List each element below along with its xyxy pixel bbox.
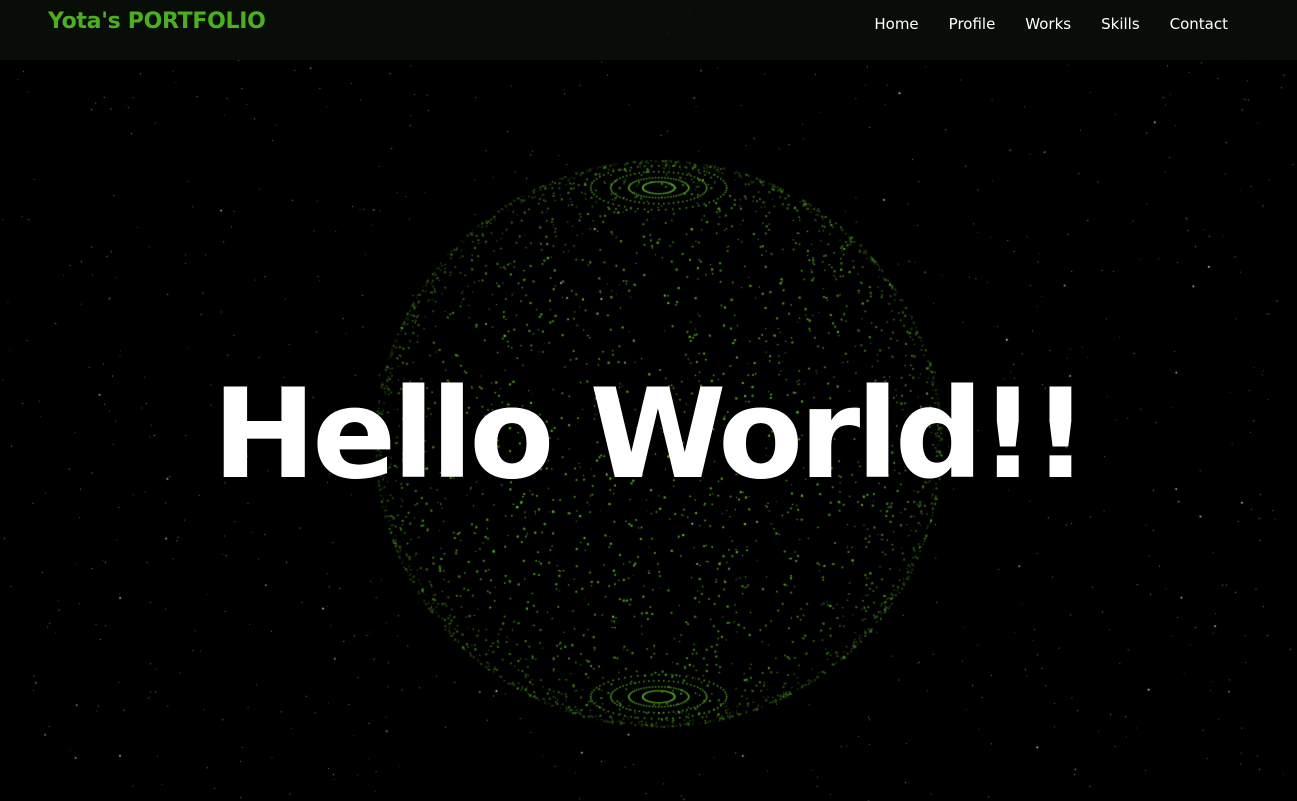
main-nav: Home Profile Works Skills Contact [874,14,1228,34]
brand-logo[interactable]: Yota's PORTFOLIO [48,9,266,34]
nav-item-contact: Contact [1170,14,1228,34]
nav-link-works[interactable]: Works [1025,15,1071,33]
site-header: Yota's PORTFOLIO Home Profile Works Skil… [0,0,1297,60]
nav-link-profile[interactable]: Profile [949,15,996,33]
nav-link-skills[interactable]: Skills [1101,15,1140,33]
nav-item-works: Works [1025,14,1071,34]
nav-link-contact[interactable]: Contact [1170,15,1228,33]
nav-link-home[interactable]: Home [874,15,918,33]
nav-item-home: Home [874,14,918,34]
nav-item-skills: Skills [1101,14,1140,34]
nav-item-profile: Profile [949,14,996,34]
hero-title: Hello World!! [212,363,1088,507]
